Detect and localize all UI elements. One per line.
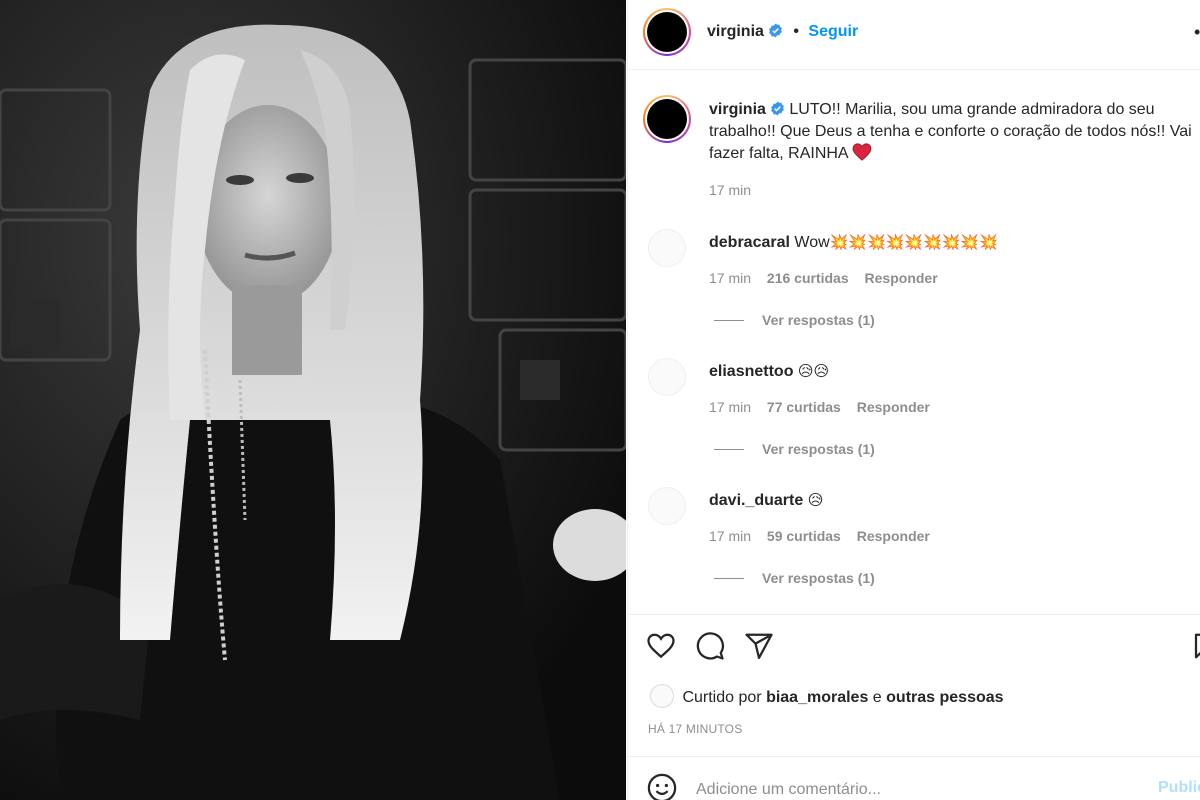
comment-likes[interactable]: 59 curtidas <box>767 528 841 544</box>
view-replies-label: Ver respostas (1) <box>762 441 875 457</box>
comment-text: Wow <box>794 234 830 251</box>
post-sidebar: virginia • Seguir • virginia LUTO!! Mari… <box>627 0 1200 800</box>
comment-meta: 17 min 59 curtidas Responder <box>709 528 942 544</box>
caption-time[interactable]: 17 min <box>709 182 751 198</box>
comment-likes[interactable]: 216 curtidas <box>767 270 849 286</box>
caption: virginia LUTO!! Marilia, sou uma grande … <box>709 99 1199 165</box>
comment-item: eliasnettoo 😥😥 17 min 77 curtidas Respon… <box>628 358 1200 483</box>
liked-by: Curtido por biaa_morales e outras pessoa… <box>650 684 1004 709</box>
comment-likes[interactable]: 77 curtidas <box>767 399 841 415</box>
post-timestamp[interactable]: HÁ 17 MINUTOS <box>648 722 742 736</box>
comment-emoji: 💥💥💥💥💥💥💥💥💥 <box>829 233 998 251</box>
comment-line: davi._duarte 😥 <box>709 489 823 512</box>
verified-badge-icon <box>771 101 784 116</box>
caption-avatar[interactable] <box>643 95 691 143</box>
liked-by-others[interactable]: outras pessoas <box>886 689 1003 706</box>
comment-line: eliasnettoo 😥😥 <box>709 360 829 383</box>
reply-button[interactable]: Responder <box>865 270 938 286</box>
view-replies-label: Ver respostas (1) <box>762 312 875 328</box>
liker-avatar[interactable] <box>650 684 674 708</box>
heart-icon[interactable] <box>646 631 676 661</box>
more-icon[interactable]: • <box>1194 22 1200 42</box>
follow-button[interactable]: Seguir <box>808 23 858 40</box>
comment-meta: 17 min 216 curtidas Responder <box>709 270 950 286</box>
comments-list[interactable]: virginia LUTO!! Marilia, sou uma grande … <box>628 71 1200 614</box>
verified-badge-icon <box>769 23 782 38</box>
reply-button[interactable]: Responder <box>857 399 930 415</box>
publish-button[interactable]: Publicar <box>1158 779 1200 797</box>
author-avatar[interactable] <box>643 8 691 56</box>
view-replies-button[interactable]: Ver respostas (1) <box>714 570 875 586</box>
comment-input[interactable] <box>696 777 1126 800</box>
comment-meta: 17 min 77 curtidas Responder <box>709 399 942 415</box>
comment-time[interactable]: 17 min <box>709 528 751 544</box>
liked-by-conjunction: e <box>872 689 882 706</box>
post-image <box>0 0 626 800</box>
comment-time[interactable]: 17 min <box>709 270 751 286</box>
view-replies-label: Ver respostas (1) <box>762 570 875 586</box>
comment-item: debracaral Wow💥💥💥💥💥💥💥💥💥 17 min 216 curti… <box>628 229 1200 354</box>
commenter-avatar[interactable] <box>648 487 686 525</box>
view-replies-button[interactable]: Ver respostas (1) <box>714 312 875 328</box>
commenter-avatar[interactable] <box>648 358 686 396</box>
liked-by-user[interactable]: biaa_morales <box>766 689 868 706</box>
post-photo[interactable] <box>0 0 626 800</box>
commenter-avatar[interactable] <box>648 229 686 267</box>
liked-by-prefix: Curtido por <box>682 689 762 706</box>
view-replies-button[interactable]: Ver respostas (1) <box>714 441 875 457</box>
comment-emoji: 😥😥 <box>797 362 830 380</box>
reply-button[interactable]: Responder <box>857 528 930 544</box>
save-icon[interactable] <box>1191 631 1200 661</box>
share-icon[interactable] <box>744 631 774 661</box>
replies-divider <box>714 449 744 450</box>
red-heart-icon <box>852 143 872 161</box>
replies-divider <box>714 578 744 579</box>
replies-divider <box>714 320 744 321</box>
author-username[interactable]: virginia <box>707 23 764 40</box>
comment-time[interactable]: 17 min <box>709 399 751 415</box>
add-comment-bar: Publicar <box>628 756 1200 800</box>
post-actions: Curtido por biaa_morales e outras pessoa… <box>628 614 1200 756</box>
header-user: virginia • Seguir <box>707 22 858 42</box>
commenter-username[interactable]: davi._duarte <box>709 492 803 509</box>
commenter-username[interactable]: debracaral <box>709 234 790 251</box>
post-header: virginia • Seguir • <box>628 0 1200 70</box>
comment-icon[interactable] <box>695 631 725 661</box>
emoji-icon[interactable] <box>647 773 677 800</box>
comment-item: davi._duarte 😥 17 min 59 curtidas Respon… <box>628 487 1200 612</box>
commenter-username[interactable]: eliasnettoo <box>709 363 793 380</box>
caption-username[interactable]: virginia <box>709 101 766 118</box>
comment-line: debracaral Wow💥💥💥💥💥💥💥💥💥 <box>709 231 998 254</box>
header-separator: • <box>793 23 799 40</box>
comment-emoji: 😥 <box>807 491 824 509</box>
